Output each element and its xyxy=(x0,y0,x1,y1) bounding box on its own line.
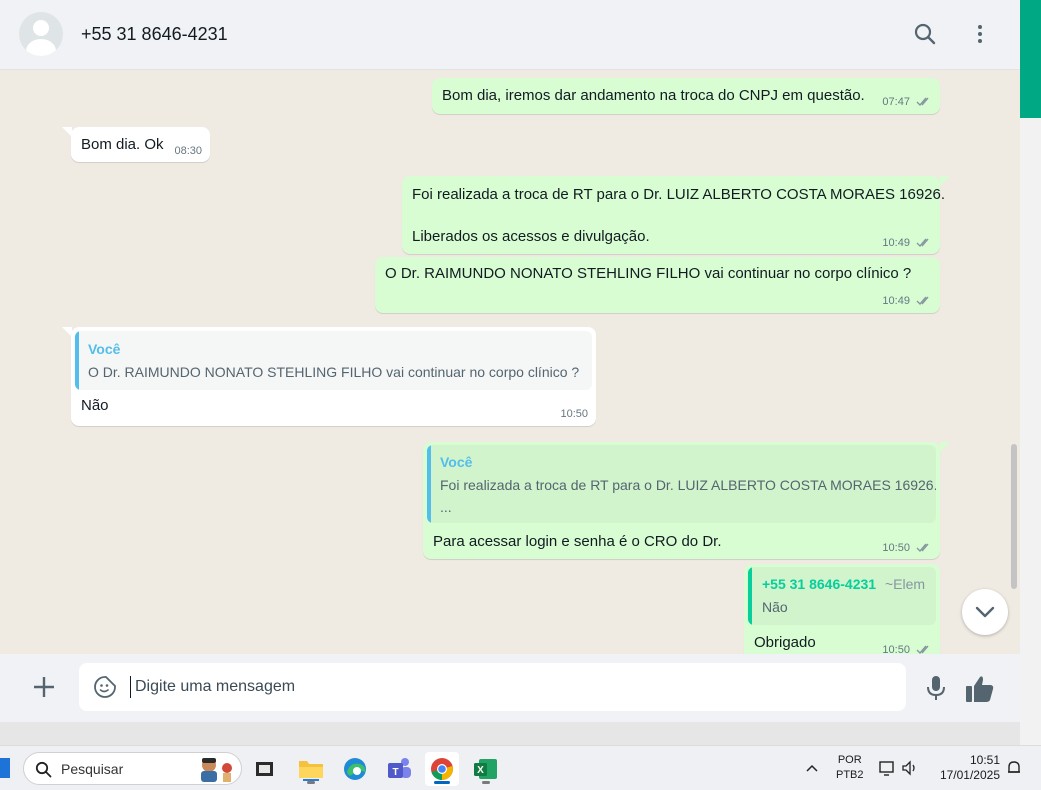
message-time: 08:30 xyxy=(174,145,202,157)
search-icon[interactable] xyxy=(913,22,937,46)
message-text: Para acessar login e senha é o CRO do Dr… xyxy=(433,533,722,550)
chevron-down-icon xyxy=(975,606,995,618)
running-indicator xyxy=(482,781,490,784)
svg-text:T: T xyxy=(392,767,398,778)
scroll-to-bottom-button[interactable] xyxy=(962,589,1008,635)
teams-icon: T xyxy=(388,758,411,778)
clock-time: 10:51 xyxy=(969,753,1000,767)
clock-date: 17/01/2025 xyxy=(939,768,1000,782)
notification-bell-icon[interactable] xyxy=(1006,759,1022,777)
excel-app[interactable]: X xyxy=(469,752,503,786)
quoted-text: O Dr. RAIMUNDO NONATO STEHLING FILHO vai… xyxy=(88,364,580,380)
bubble-tail xyxy=(940,442,950,452)
quoted-author: Você xyxy=(88,341,121,357)
message-input[interactable] xyxy=(135,663,885,711)
running-indicator xyxy=(307,781,315,784)
quoted-text: Não xyxy=(762,599,788,615)
edge-browser-icon xyxy=(344,758,366,780)
quoted-text-more: ... xyxy=(440,499,452,515)
double-check-icon xyxy=(916,543,929,553)
message-time: 10:50 xyxy=(882,542,910,554)
message-meta: 10:49 xyxy=(882,237,932,249)
quoted-message[interactable]: +55 31 8646-4231 ~Elem Não xyxy=(748,567,936,625)
brand-accent xyxy=(1020,0,1041,118)
message-text: Bom dia, iremos dar andamento na troca d… xyxy=(442,87,865,104)
network-icon[interactable] xyxy=(878,759,896,777)
search-highlight-icon xyxy=(201,758,232,782)
double-check-icon xyxy=(916,97,929,107)
message-text: Bom dia. Ok xyxy=(81,136,164,153)
system-clock[interactable]: 10:51 17/01/2025 xyxy=(930,753,1000,783)
windows-taskbar: Pesquisar T X POR PTB2 10:51 17/01/2025 xyxy=(0,745,1041,790)
message-input-box[interactable] xyxy=(79,663,906,711)
sticker-icon[interactable] xyxy=(93,675,117,699)
search-icon xyxy=(35,761,52,778)
composer-bar xyxy=(0,654,1020,722)
microphone-icon[interactable] xyxy=(924,674,948,702)
double-check-icon xyxy=(916,645,929,654)
menu-dots-icon[interactable] xyxy=(968,22,992,46)
message-time: 10:49 xyxy=(882,237,910,249)
chrome-app[interactable] xyxy=(425,752,459,786)
input-language[interactable]: POR PTB2 xyxy=(836,753,864,783)
window-edge xyxy=(1020,0,1041,745)
quoted-author-number: +55 31 8646-4231 xyxy=(762,576,877,592)
double-check-icon xyxy=(916,238,929,248)
bubble-tail xyxy=(940,176,950,186)
quoted-message[interactable]: Você O Dr. RAIMUNDO NONATO STEHLING FILH… xyxy=(75,331,592,390)
message-time: 10:49 xyxy=(882,295,910,307)
chat-header: +55 31 8646-4231 xyxy=(0,0,1020,70)
message-incoming-reply[interactable]: Você O Dr. RAIMUNDO NONATO STEHLING FILH… xyxy=(71,327,596,426)
keyboard-layout: PTB2 xyxy=(836,769,864,781)
attach-plus-icon[interactable] xyxy=(30,673,58,701)
contact-name[interactable]: +55 31 8646-4231 xyxy=(81,24,228,45)
scrollbar[interactable] xyxy=(1011,444,1017,589)
message-outgoing-reply[interactable]: +55 31 8646-4231 ~Elem Não Obrigado 10:5… xyxy=(744,564,940,654)
text-caret xyxy=(130,676,131,698)
thumbs-up-icon[interactable] xyxy=(964,674,996,704)
chevron-up-icon[interactable] xyxy=(804,761,820,775)
message-text: Não xyxy=(81,397,109,414)
message-time: 10:50 xyxy=(560,408,588,420)
message-line: Liberados os acessos e divulgação. xyxy=(412,228,650,245)
message-time: 07:47 xyxy=(882,96,910,108)
file-explorer-app[interactable] xyxy=(294,752,328,786)
quoted-message[interactable]: Você Foi realizada a troca de RT para o … xyxy=(427,445,936,523)
task-view-app[interactable] xyxy=(248,752,282,786)
search-label: Pesquisar xyxy=(61,761,124,777)
taskbar-search[interactable]: Pesquisar xyxy=(23,752,242,785)
avatar[interactable] xyxy=(19,12,63,56)
message-outgoing[interactable]: Foi realizada a troca de RT para o Dr. L… xyxy=(402,176,945,254)
teams-app[interactable]: T xyxy=(382,752,416,786)
message-outgoing[interactable]: O Dr. RAIMUNDO NONATO STEHLING FILHO vai… xyxy=(375,257,940,313)
message-text: O Dr. RAIMUNDO NONATO STEHLING FILHO vai… xyxy=(385,265,912,282)
task-view-icon xyxy=(256,762,273,776)
message-text: Obrigado xyxy=(754,634,816,651)
message-meta: 10:49 xyxy=(882,295,932,307)
quoted-text: Foi realizada a troca de RT para o Dr. L… xyxy=(440,477,936,493)
message-incoming[interactable]: Bom dia. Ok 08:30 xyxy=(71,127,210,162)
quoted-author: Você xyxy=(440,454,473,470)
message-outgoing[interactable]: Bom dia, iremos dar andamento na troca d… xyxy=(432,78,940,114)
double-check-icon xyxy=(916,296,929,306)
edge-app[interactable] xyxy=(338,752,372,786)
message-meta: 07:47 xyxy=(882,96,932,108)
quoted-author-alias: ~Elem xyxy=(884,576,926,592)
message-time: 10:50 xyxy=(882,644,910,654)
volume-icon[interactable] xyxy=(901,759,919,777)
svg-text:X: X xyxy=(477,765,484,776)
language-code: POR xyxy=(837,754,862,766)
message-list[interactable]: Bom dia, iremos dar andamento na troca d… xyxy=(0,70,1020,654)
start-button[interactable] xyxy=(0,758,10,778)
message-meta: 10:50 xyxy=(882,542,932,554)
active-indicator xyxy=(434,781,450,784)
message-meta: 10:50 xyxy=(882,644,932,654)
message-line: Foi realizada a troca de RT para o Dr. L… xyxy=(412,186,946,203)
message-outgoing-reply[interactable]: Você Foi realizada a troca de RT para o … xyxy=(423,442,940,559)
whatsapp-window: +55 31 8646-4231 Bom dia, iremos dar and… xyxy=(0,0,1020,722)
quoted-author: +55 31 8646-4231 ~Elem xyxy=(762,576,925,592)
